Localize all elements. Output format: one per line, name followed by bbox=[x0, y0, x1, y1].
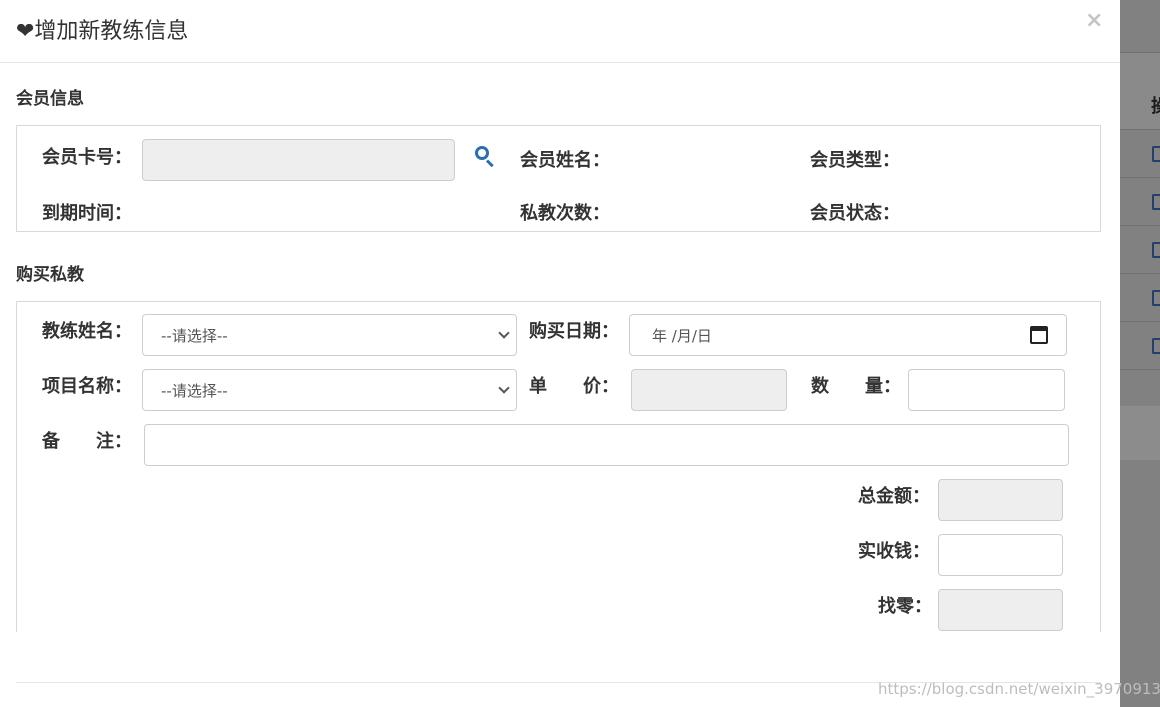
total-amount-input bbox=[938, 479, 1063, 521]
member-info-heading: 会员信息 bbox=[16, 89, 84, 109]
date-placeholder: 年 /月/日 bbox=[652, 326, 712, 345]
add-coach-modal: ❤增加新教练信息 × 会员信息 会员卡号： 会员姓名： 会员类型： 到期时间： … bbox=[0, 0, 1120, 707]
background-table-row bbox=[1120, 322, 1160, 370]
search-icon[interactable] bbox=[474, 145, 496, 168]
edit-icon bbox=[1152, 194, 1160, 210]
coach-sessions-label: 私教次数： bbox=[520, 203, 610, 224]
item-select[interactable]: --请选择-- bbox=[142, 369, 517, 411]
item-select-value: --请选择-- bbox=[161, 381, 228, 400]
change-label: 找零： bbox=[878, 596, 932, 617]
background-table-row bbox=[1120, 274, 1160, 322]
background-table-header bbox=[1120, 52, 1160, 130]
modal-header: ❤增加新教练信息 × bbox=[0, 0, 1120, 63]
calendar-icon[interactable] bbox=[1030, 326, 1048, 344]
background-table-row bbox=[1120, 226, 1160, 274]
coach-select-value: --请选择-- bbox=[161, 326, 228, 345]
quantity-label: 数 量： bbox=[811, 376, 901, 397]
item-name-label: 项目名称： bbox=[42, 376, 132, 397]
edit-icon bbox=[1152, 338, 1160, 354]
quantity-input[interactable] bbox=[908, 369, 1065, 411]
background-page: 操 bbox=[1120, 0, 1160, 707]
close-button[interactable]: × bbox=[1085, 8, 1103, 33]
watermark: https://blog.csdn.net/weixin_39709134 bbox=[878, 680, 1160, 698]
member-name-label: 会员姓名： bbox=[520, 150, 610, 171]
card-number-label: 会员卡号： bbox=[42, 147, 132, 168]
edit-icon bbox=[1152, 146, 1160, 162]
coach-name-label: 教练姓名： bbox=[42, 321, 132, 342]
unit-price-label: 单 价： bbox=[529, 376, 619, 397]
received-amount-input[interactable] bbox=[938, 534, 1063, 576]
modal-title: ❤增加新教练信息 bbox=[16, 19, 189, 44]
background-pagination bbox=[1120, 406, 1160, 460]
unit-price-input bbox=[631, 369, 787, 411]
coach-select[interactable]: --请选择-- bbox=[142, 314, 517, 356]
chevron-down-icon bbox=[498, 327, 510, 339]
background-table-row bbox=[1120, 130, 1160, 178]
background-table-row bbox=[1120, 178, 1160, 226]
change-input bbox=[938, 589, 1063, 631]
chevron-down-icon bbox=[498, 382, 510, 394]
edit-icon bbox=[1152, 290, 1160, 306]
purchase-heading: 购买私教 bbox=[16, 265, 84, 285]
received-amount-label: 实收钱： bbox=[858, 541, 930, 562]
background-column-header: 操 bbox=[1151, 92, 1160, 118]
purchase-date-label: 购买日期： bbox=[529, 321, 619, 342]
remark-input[interactable] bbox=[144, 424, 1069, 466]
card-number-input[interactable] bbox=[142, 139, 455, 181]
purchase-date-input[interactable]: 年 /月/日 bbox=[629, 314, 1067, 356]
member-status-label: 会员状态： bbox=[810, 203, 900, 224]
expire-date-label: 到期时间： bbox=[42, 203, 132, 224]
edit-icon bbox=[1152, 242, 1160, 258]
total-amount-label: 总金额： bbox=[858, 486, 930, 507]
member-type-label: 会员类型： bbox=[810, 150, 900, 171]
remark-label: 备 注： bbox=[42, 431, 132, 452]
